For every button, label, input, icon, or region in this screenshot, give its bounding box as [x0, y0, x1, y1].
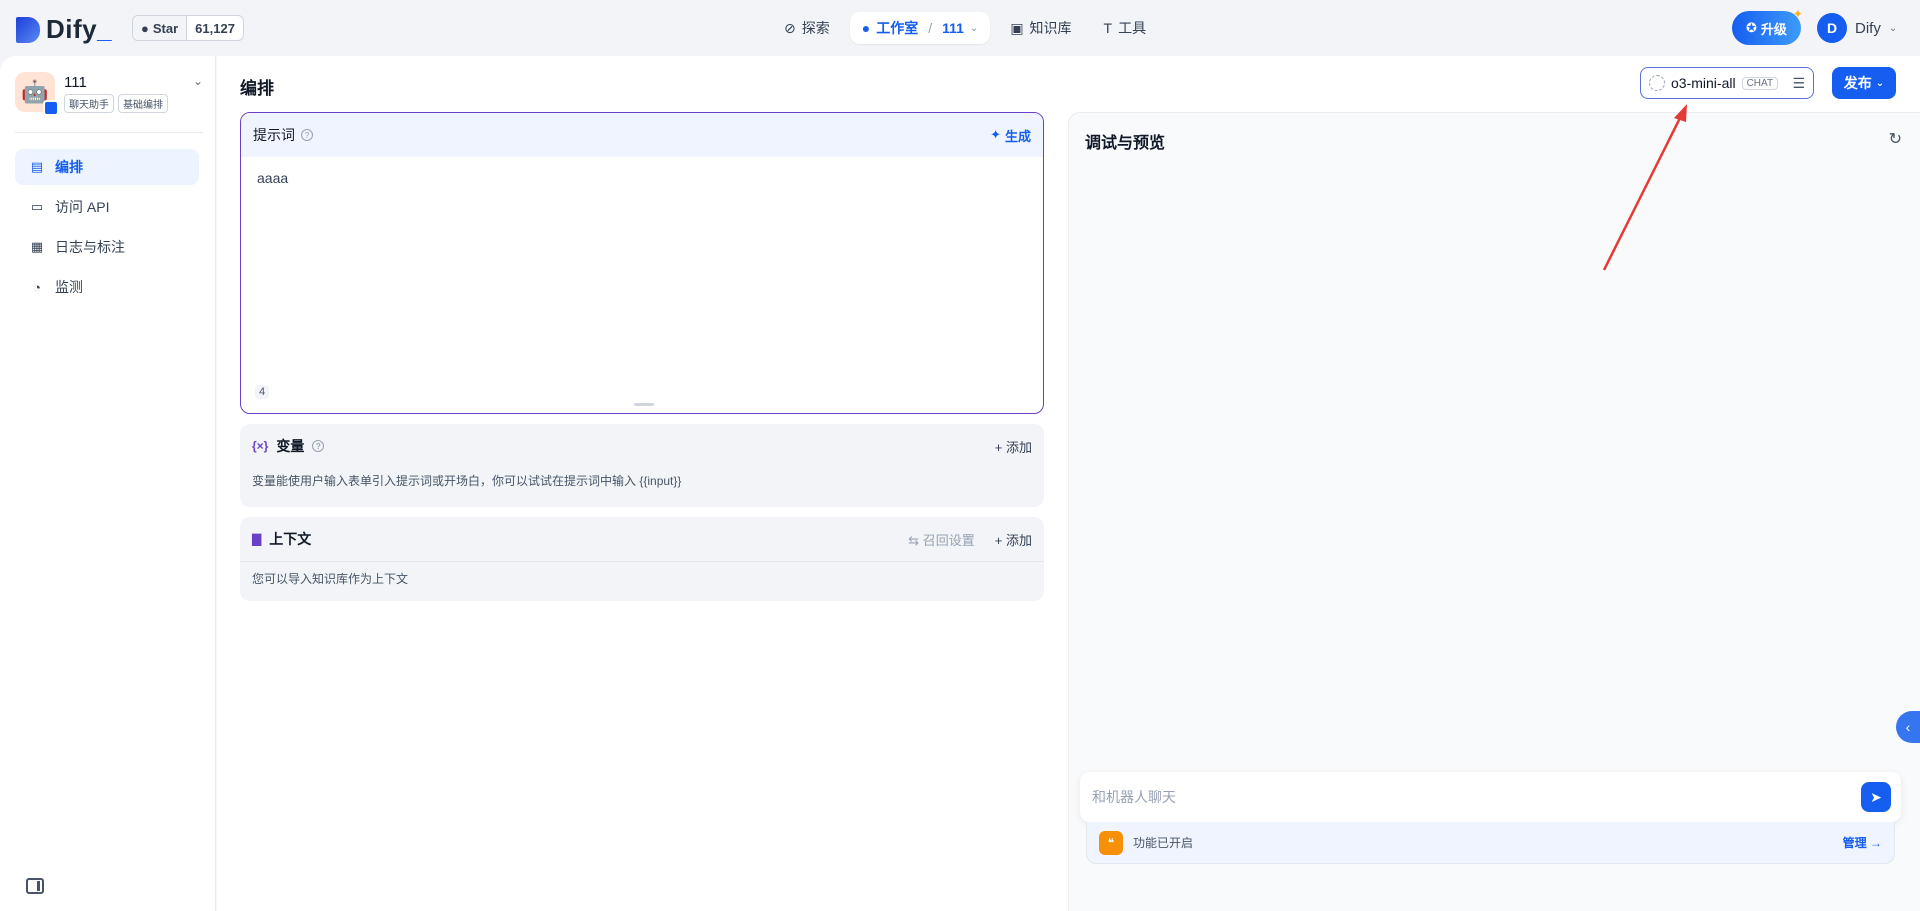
prompt-textarea[interactable]: aaaa — [257, 170, 288, 186]
generate-button[interactable]: ✦ 生成 — [990, 126, 1031, 145]
chevron-down-icon: ⌄ — [1888, 22, 1898, 34]
github-star-widget[interactable]: ● Star 61,127 — [132, 15, 244, 41]
sidebar-item-monitor[interactable]: ◔ 监测 — [15, 269, 199, 305]
nav-studio[interactable]: ● 工作室 / 111 ⌄ — [849, 12, 991, 44]
recall-settings-button[interactable]: ⇆ 召回设置 — [908, 530, 975, 549]
nav-knowledge[interactable]: ▣ 知识库 — [998, 12, 1083, 44]
help-icon[interactable]: ? — [312, 440, 325, 452]
settings-sliders-icon: ☰ — [1792, 74, 1805, 91]
left-sidebar: 🤖 111 ⌄ 聊天助手 基础编排 ▤ 编排 ▭ 访问 API ▦ 日志与标注 … — [0, 56, 216, 911]
debug-title: 调试与预览 — [1085, 135, 1166, 152]
layout-icon: ▤ — [30, 159, 44, 174]
variables-panel: {×} 变量 ? + 添加 变量能使用户输入表单引入提示词或开场白，你可以试试在… — [240, 424, 1044, 507]
resize-handle[interactable] — [634, 403, 654, 406]
chevron-down-icon: ⌄ — [1875, 77, 1885, 89]
sidebar-item-api[interactable]: ▭ 访问 API — [15, 189, 199, 225]
variable-icon: {×} — [252, 439, 269, 453]
gauge-icon: ◔ — [33, 279, 41, 295]
chevron-down-icon[interactable]: ⌄ — [193, 74, 203, 88]
add-variable-button[interactable]: + 添加 — [995, 437, 1032, 456]
send-button[interactable]: ➤ — [1861, 782, 1891, 812]
expand-panel-icon[interactable]: ‹ — [1896, 711, 1920, 743]
top-navigation: Dify_ ● Star 61,127 ⊘ 探索 ● 工作室 / 111 ⌄ ▣… — [0, 0, 1920, 56]
publish-button[interactable]: 发布 ⌄ — [1832, 67, 1896, 99]
model-icon — [1649, 75, 1665, 91]
github-star-button[interactable]: ● Star — [133, 16, 188, 40]
variables-title: 变量 — [276, 438, 305, 454]
page-title: 编排 — [240, 79, 274, 98]
chat-badge-icon — [43, 100, 59, 116]
features-bar: ❝ 功能已开启 管理 → — [1086, 822, 1895, 864]
brand-name: Dify — [46, 14, 98, 44]
github-icon: ● — [141, 20, 149, 36]
manage-features-button[interactable]: 管理 → — [1843, 834, 1882, 851]
sidebar-menu: ▤ 编排 ▭ 访问 API ▦ 日志与标注 ◔ 监测 — [15, 149, 199, 309]
hammer-icon: T — [1103, 20, 1113, 36]
app-avatar: 🤖 — [15, 72, 59, 116]
features-status: 功能已开启 — [1133, 836, 1194, 850]
prompt-char-count: 4 — [255, 385, 270, 399]
sidebar-item-orchestrate[interactable]: ▤ 编排 — [15, 149, 199, 185]
file-list-icon: ▦ — [30, 239, 44, 254]
help-icon[interactable]: ? — [301, 129, 313, 141]
model-selector[interactable]: o3-mini-all CHAT ☰ — [1640, 67, 1814, 99]
chat-input[interactable]: 和机器人聊天 ➤ — [1080, 772, 1901, 822]
features-icon: ❝ — [1099, 830, 1123, 855]
upgrade-button[interactable]: ✪ 升级 ✦ — [1732, 7, 1803, 45]
app-name: 111 — [64, 74, 87, 91]
terminal-icon: ▭ — [30, 199, 44, 214]
divider — [15, 132, 203, 133]
context-description: 您可以导入知识库作为上下文 — [252, 572, 409, 586]
sparkle-circle-icon: ✪ — [1746, 20, 1757, 35]
nav-studio-app[interactable]: 111 — [942, 20, 964, 36]
sidebar-item-logs[interactable]: ▦ 日志与标注 — [15, 229, 199, 265]
sparkle-icon: ✦ — [990, 127, 1001, 142]
send-icon: ➤ — [1870, 788, 1882, 805]
refresh-icon[interactable]: ↻ — [1889, 129, 1902, 149]
user-name: Dify — [1855, 19, 1881, 37]
github-star-count: 61,127 — [195, 20, 235, 36]
app-mode-tag: 基础编排 — [118, 94, 168, 113]
chevron-down-icon: ⌄ — [969, 22, 979, 34]
context-panel: ▇ 上下文 ⇆ 召回设置 + 添加 您可以导入知识库作为上下文 — [240, 517, 1044, 601]
star-badge-icon: ✦ — [1792, 7, 1803, 21]
prompt-editor[interactable]: 提示词 ? ✦ 生成 aaaa 4 — [240, 112, 1044, 414]
user-avatar: D — [1817, 13, 1847, 43]
debug-preview-panel: 调试与预览 ↻ ‹ 和机器人聊天 ➤ ❝ 功能已开启 管理 → — [1068, 112, 1920, 911]
add-context-button[interactable]: + 添加 — [995, 530, 1032, 549]
nav-tools[interactable]: T 工具 — [1092, 12, 1159, 44]
app-info[interactable]: 🤖 111 ⌄ 聊天助手 基础编排 — [15, 72, 203, 132]
dify-logo[interactable]: Dify_ — [16, 14, 112, 45]
nav-explore[interactable]: ⊘ 探索 — [772, 12, 842, 44]
document-icon: ▇ — [252, 532, 262, 546]
chat-placeholder: 和机器人聊天 — [1092, 789, 1176, 805]
prompt-title: 提示词 — [253, 127, 295, 143]
robot-icon: ● — [861, 20, 871, 36]
compass-icon: ⊘ — [784, 19, 796, 36]
sidebar-collapse-icon[interactable] — [26, 878, 44, 894]
divider — [240, 561, 1044, 562]
user-menu[interactable]: D Dify ⌄ — [1817, 13, 1897, 43]
model-mode-badge: CHAT — [1741, 76, 1779, 90]
main-content: 编排 o3-mini-all CHAT ☰ 发布 ⌄ 提示词 ? ✦ 生成 aa… — [217, 56, 1920, 911]
variables-description: 变量能使用户输入表单引入提示词或开场白，你可以试试在提示词中输入 {{input… — [252, 474, 682, 488]
app-type-tag: 聊天助手 — [64, 94, 114, 113]
main-nav: ⊘ 探索 ● 工作室 / 111 ⌄ ▣ 知识库 T 工具 — [772, 12, 1158, 44]
dify-logo-icon — [16, 16, 40, 43]
prompt-header: 提示词 ? ✦ 生成 — [241, 113, 1043, 157]
context-title: 上下文 — [269, 531, 312, 547]
model-name: o3-mini-all — [1671, 75, 1736, 91]
book-icon: ▣ — [1010, 19, 1024, 36]
